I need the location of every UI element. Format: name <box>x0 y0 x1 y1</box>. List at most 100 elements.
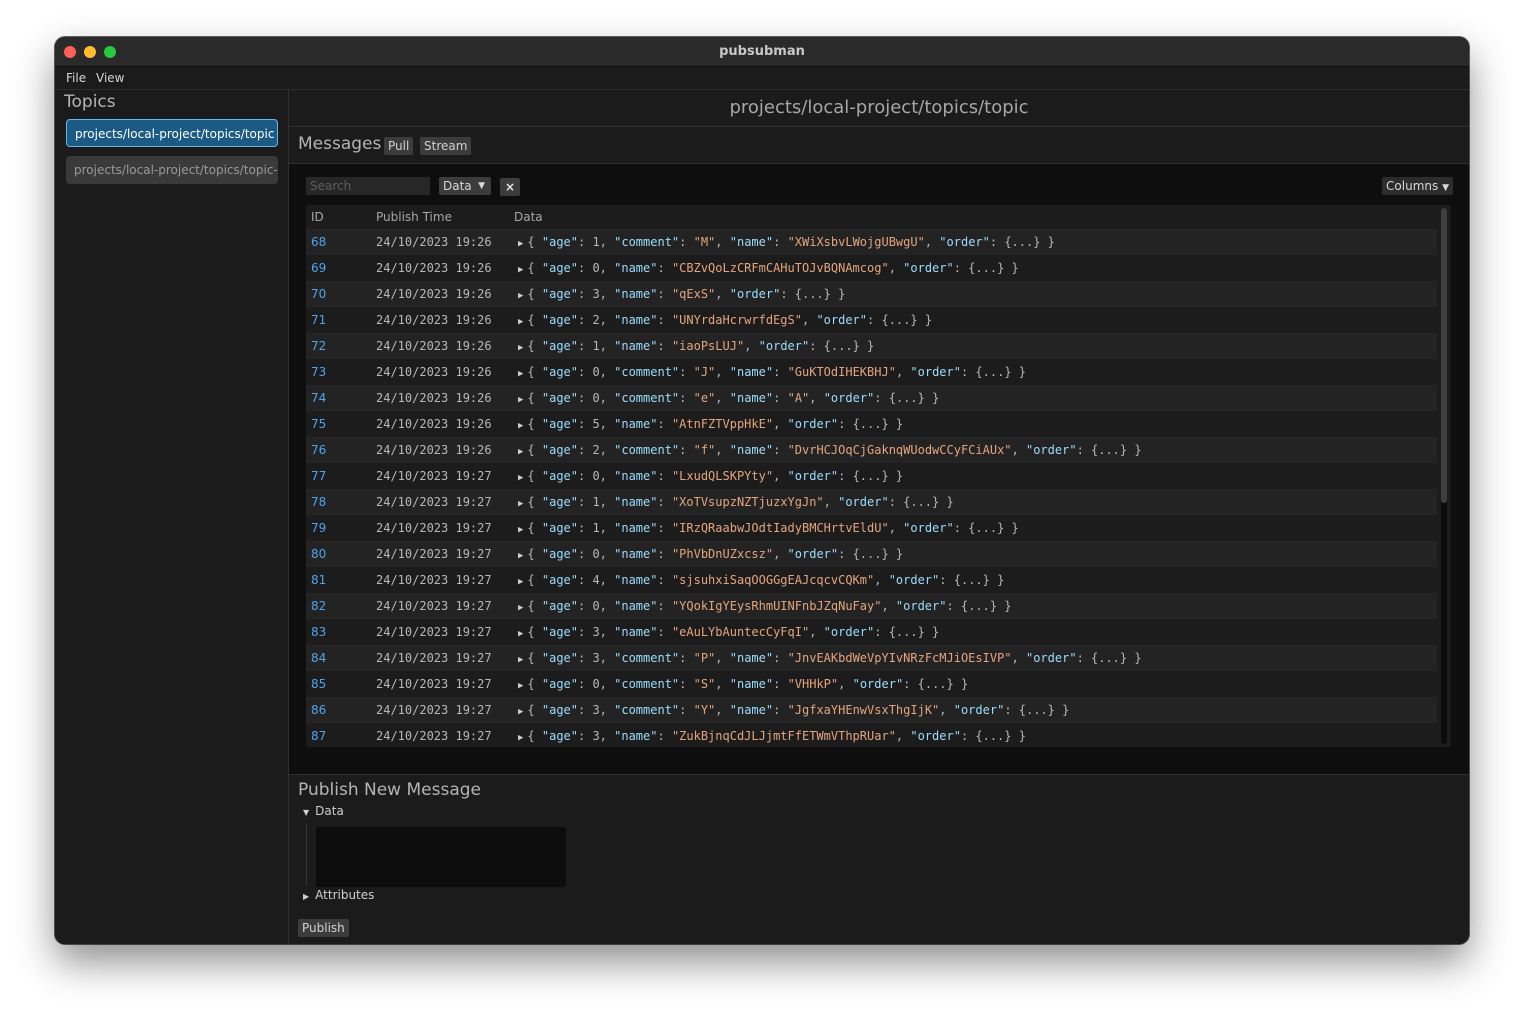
table-row[interactable]: 81 24/10/2023 19:27 ▶{ "age": 4, "name": "… <box>306 567 1437 593</box>
message-id-link[interactable]: 79 <box>311 515 326 541</box>
message-data-cell[interactable]: ▶{ "age": 3, "comment": "P", "name": "Jn… <box>518 645 1142 673</box>
message-id-link[interactable]: 70 <box>311 281 326 307</box>
column-header-id[interactable]: ID <box>311 205 324 229</box>
message-id-link[interactable]: 76 <box>311 437 326 463</box>
table-row[interactable]: 74 24/10/2023 19:26 ▶{ "age": 0, "comment"… <box>306 385 1437 411</box>
title-bar[interactable]: pubsubman <box>55 37 1469 67</box>
message-data-cell[interactable]: ▶{ "age": 2, "name": "UNYrdaHcrwrfdEgS",… <box>518 307 932 335</box>
table-row[interactable]: 71 24/10/2023 19:26 ▶{ "age": 2, "name": "… <box>306 307 1437 333</box>
data-tree-toggle[interactable]: ▼ Data <box>303 804 344 818</box>
message-data-cell[interactable]: ▶{ "age": 1, "name": "IRzQRaabwJOdtIadyB… <box>518 515 1019 543</box>
table-row[interactable]: 73 24/10/2023 19:26 ▶{ "age": 0, "comment"… <box>306 359 1437 385</box>
topic-item-selected[interactable]: projects/local-project/topics/topic <box>66 119 278 147</box>
expand-triangle-icon[interactable]: ▶ <box>518 473 523 483</box>
table-row[interactable]: 85 24/10/2023 19:27 ▶{ "age": 0, "comment"… <box>306 671 1437 697</box>
table-row[interactable]: 87 24/10/2023 19:27 ▶{ "age": 3, "name": "… <box>306 723 1437 747</box>
message-id-link[interactable]: 73 <box>311 359 326 385</box>
message-data-cell[interactable]: ▶{ "age": 4, "name": "sjsuhxiSaqOOGGgEAJ… <box>518 567 1004 595</box>
menu-file[interactable]: File <box>66 67 86 89</box>
message-data-textarea[interactable] <box>316 827 566 887</box>
table-row[interactable]: 72 24/10/2023 19:26 ▶{ "age": 1, "name": "… <box>306 333 1437 359</box>
message-data-cell[interactable]: ▶{ "age": 0, "name": "LxudQLSKPYty", "or… <box>518 463 903 491</box>
expand-triangle-icon[interactable]: ▶ <box>518 577 523 587</box>
message-data-cell[interactable]: ▶{ "age": 0, "comment": "J", "name": "Gu… <box>518 359 1026 387</box>
expand-triangle-icon[interactable]: ▶ <box>518 499 523 509</box>
message-data-cell[interactable]: ▶{ "age": 3, "name": "ZukBjnqCdJLJjmtFfE… <box>518 723 1026 747</box>
message-id-link[interactable]: 78 <box>311 489 326 515</box>
message-id-link[interactable]: 85 <box>311 671 326 697</box>
message-data-cell[interactable]: ▶{ "age": 0, "name": "CBZvQoLzCRFmCAHuTO… <box>518 255 1019 283</box>
publish-button[interactable]: Publish <box>298 919 349 937</box>
expand-triangle-icon[interactable]: ▶ <box>518 265 523 275</box>
expand-triangle-icon[interactable]: ▶ <box>518 655 523 665</box>
table-row[interactable]: 68 24/10/2023 19:26 ▶{ "age": 1, "comment"… <box>306 229 1437 255</box>
message-data-cell[interactable]: ▶{ "age": 1, "name": "iaoPsLUJ", "order"… <box>518 333 874 361</box>
table-row[interactable]: 82 24/10/2023 19:27 ▶{ "age": 0, "name": "… <box>306 593 1437 619</box>
attributes-tree-toggle[interactable]: ▶ Attributes <box>303 888 374 902</box>
table-row[interactable]: 70 24/10/2023 19:26 ▶{ "age": 3, "name": "… <box>306 281 1437 307</box>
table-row[interactable]: 86 24/10/2023 19:27 ▶{ "age": 3, "comment"… <box>306 697 1437 723</box>
scrollbar-thumb[interactable] <box>1441 208 1447 503</box>
table-row[interactable]: 75 24/10/2023 19:26 ▶{ "age": 5, "name": "… <box>306 411 1437 437</box>
message-data-cell[interactable]: ▶{ "age": 0, "name": "PhVbDnUZxcsz", "or… <box>518 541 903 569</box>
message-data-cell[interactable]: ▶{ "age": 1, "name": "XoTVsupzNZTjuzxYgJ… <box>518 489 954 517</box>
message-data-cell[interactable]: ▶{ "age": 3, "name": "eAuLYbAuntecCyFqI"… <box>518 619 939 647</box>
expand-triangle-icon[interactable]: ▶ <box>518 629 523 639</box>
table-row[interactable]: 76 24/10/2023 19:26 ▶{ "age": 2, "comment"… <box>306 437 1437 463</box>
search-input[interactable] <box>306 177 430 195</box>
message-data-cell[interactable]: ▶{ "age": 0, "name": "YQokIgYEysRhmUINFn… <box>518 593 1012 621</box>
message-data-cell[interactable]: ▶{ "age": 3, "comment": "Y", "name": "Jg… <box>518 697 1069 725</box>
message-data-cell[interactable]: ▶{ "age": 1, "comment": "M", "name": "XW… <box>518 229 1055 257</box>
table-row[interactable]: 83 24/10/2023 19:27 ▶{ "age": 3, "name": "… <box>306 619 1437 645</box>
expand-triangle-icon[interactable]: ▶ <box>518 447 523 457</box>
clear-search-button[interactable]: × <box>500 178 520 196</box>
message-id-link[interactable]: 84 <box>311 645 326 671</box>
message-id-link[interactable]: 72 <box>311 333 326 359</box>
table-row[interactable]: 77 24/10/2023 19:27 ▶{ "age": 0, "name": "… <box>306 463 1437 489</box>
message-data-cell[interactable]: ▶{ "age": 0, "comment": "e", "name": "A"… <box>518 385 939 413</box>
expand-triangle-icon[interactable]: ▶ <box>518 681 523 691</box>
topic-item[interactable]: projects/local-project/topics/topic-2 <box>66 156 278 184</box>
stream-button[interactable]: Stream <box>420 137 472 155</box>
expand-triangle-icon[interactable]: ▶ <box>518 733 523 743</box>
columns-menu-button[interactable]: Columns ▼ <box>1382 177 1453 195</box>
expand-triangle-icon[interactable]: ▶ <box>518 395 523 405</box>
message-id-link[interactable]: 68 <box>311 229 326 255</box>
filter-column-dropdown[interactable]: Data ▼ <box>439 177 491 195</box>
message-id-link[interactable]: 75 <box>311 411 326 437</box>
column-header-data[interactable]: Data <box>514 205 543 229</box>
message-id-link[interactable]: 71 <box>311 307 326 333</box>
message-id-link[interactable]: 81 <box>311 567 326 593</box>
table-row[interactable]: 84 24/10/2023 19:27 ▶{ "age": 3, "comment"… <box>306 645 1437 671</box>
publish-time-cell: 24/10/2023 19:27 <box>376 469 492 483</box>
message-data-cell[interactable]: ▶{ "age": 3, "name": "qExS", "order": {.… <box>518 281 845 309</box>
message-id-link[interactable]: 74 <box>311 385 326 411</box>
message-id-link[interactable]: 69 <box>311 255 326 281</box>
expand-triangle-icon[interactable]: ▶ <box>518 525 523 535</box>
expand-triangle-icon[interactable]: ▶ <box>518 291 523 301</box>
message-id-link[interactable]: 80 <box>311 541 326 567</box>
table-row[interactable]: 69 24/10/2023 19:26 ▶{ "age": 0, "name": "… <box>306 255 1437 281</box>
message-id-link[interactable]: 87 <box>311 723 326 747</box>
expand-triangle-icon[interactable]: ▶ <box>518 551 523 561</box>
expand-triangle-icon[interactable]: ▶ <box>518 707 523 717</box>
message-data-cell[interactable]: ▶{ "age": 5, "name": "AtnFZTVppHkE", "or… <box>518 411 903 439</box>
expand-triangle-icon[interactable]: ▶ <box>518 603 523 613</box>
message-data-cell[interactable]: ▶{ "age": 0, "comment": "S", "name": "VH… <box>518 671 968 699</box>
message-id-link[interactable]: 77 <box>311 463 326 489</box>
menu-view[interactable]: View <box>96 67 124 89</box>
table-row[interactable]: 78 24/10/2023 19:27 ▶{ "age": 1, "name": "… <box>306 489 1437 515</box>
message-id-link[interactable]: 82 <box>311 593 326 619</box>
table-row[interactable]: 79 24/10/2023 19:27 ▶{ "age": 1, "name": "… <box>306 515 1437 541</box>
expand-triangle-icon[interactable]: ▶ <box>518 239 523 249</box>
message-data-cell[interactable]: ▶{ "age": 2, "comment": "f", "name": "Dv… <box>518 437 1142 465</box>
table-row[interactable]: 80 24/10/2023 19:27 ▶{ "age": 0, "name": "… <box>306 541 1437 567</box>
expand-triangle-icon[interactable]: ▶ <box>518 421 523 431</box>
message-id-link[interactable]: 86 <box>311 697 326 723</box>
expand-triangle-icon[interactable]: ▶ <box>518 369 523 379</box>
expand-triangle-icon[interactable]: ▶ <box>518 317 523 327</box>
expand-triangle-icon[interactable]: ▶ <box>518 343 523 353</box>
pull-button[interactable]: Pull <box>384 137 414 155</box>
message-id-link[interactable]: 83 <box>311 619 326 645</box>
column-header-publish-time[interactable]: Publish Time <box>376 205 452 229</box>
